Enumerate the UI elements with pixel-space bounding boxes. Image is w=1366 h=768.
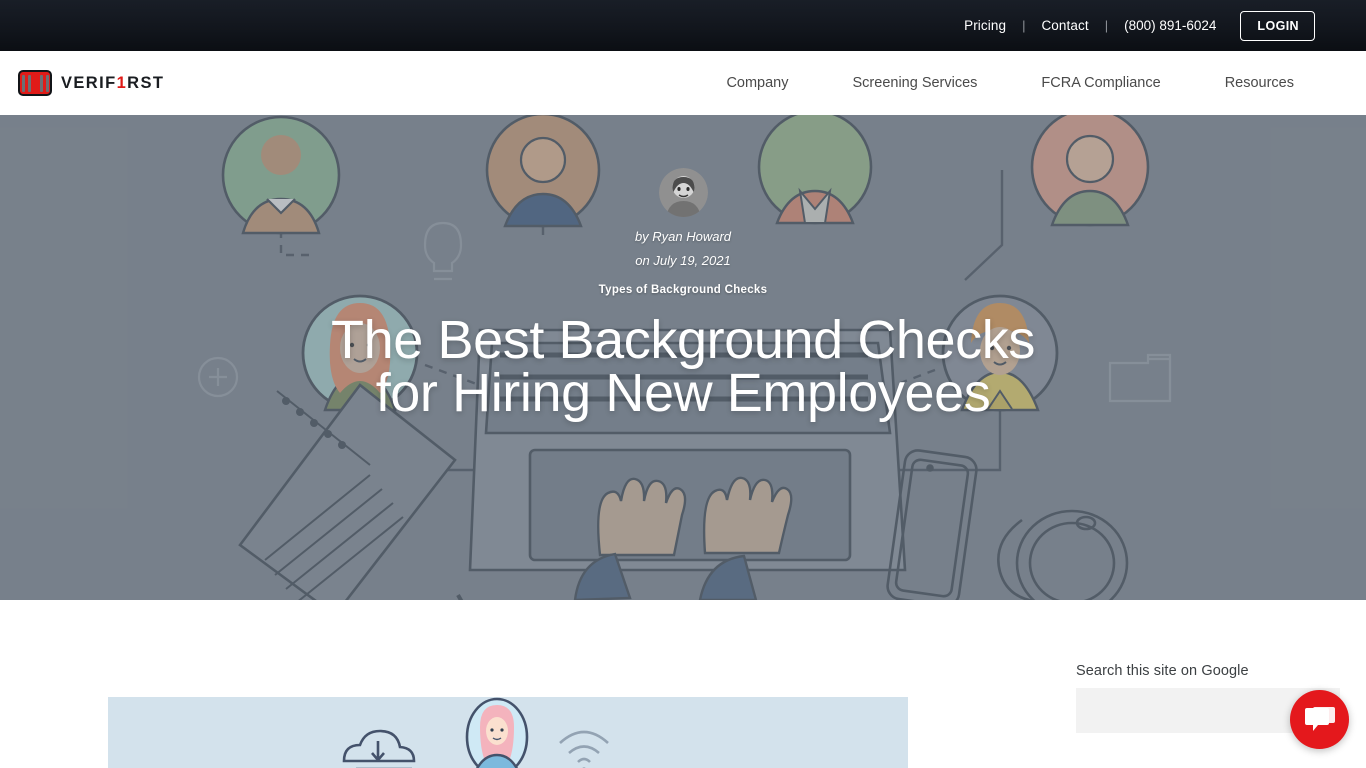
main-navigation: Company Screening Services FCRA Complian… (694, 75, 1326, 91)
logo-wordmark: VERIF1RST (61, 74, 164, 93)
hero-content: by Ryan Howard on July 19, 2021 Types of… (0, 115, 1366, 600)
article-image-illustration (108, 697, 908, 768)
byline-author-link[interactable]: Ryan Howard (652, 229, 731, 244)
page-title-line-2: for Hiring New Employees (375, 363, 991, 423)
byline-on-prefix: on (635, 253, 654, 268)
nav-item-screening-services[interactable]: Screening Services (821, 75, 1010, 91)
byline-author-line: by Ryan Howard (635, 225, 731, 249)
article-featured-image (108, 697, 908, 768)
logo-text-part1: VERIF (61, 73, 117, 92)
hero-banner: by Ryan Howard on July 19, 2021 Types of… (0, 115, 1366, 600)
topbar-link-pricing[interactable]: Pricing (964, 18, 1006, 33)
page-title-line-1: The Best Background Checks (331, 310, 1035, 370)
login-button[interactable]: LOGIN (1240, 10, 1315, 41)
hero-category-link[interactable]: Types of Background Checks (599, 284, 768, 296)
topbar-link-contact[interactable]: Contact (1041, 18, 1088, 33)
byline-date: July 19, 2021 (653, 253, 731, 268)
author-avatar (658, 168, 708, 217)
page-title: The Best Background Checks for Hiring Ne… (331, 313, 1035, 423)
topbar-phone-number[interactable]: (800) 891-6024 (1124, 18, 1216, 33)
top-utility-bar: Pricing | Contact | (800) 891-6024 LOGIN (0, 0, 1366, 51)
site-header: VERIF1RST Company Screening Services FCR… (0, 51, 1366, 115)
topbar-separator-2: | (1104, 18, 1109, 33)
logo-text-highlight: 1 (116, 73, 128, 92)
byline-date-line: on July 19, 2021 (635, 249, 731, 273)
topbar-separator-1: | (1022, 18, 1026, 33)
byline-by-prefix: by (634, 229, 653, 244)
nav-item-company[interactable]: Company (694, 75, 820, 91)
logo-text-part2: RST (127, 73, 165, 92)
nav-item-resources[interactable]: Resources (1193, 75, 1326, 91)
chat-bubble-icon (1304, 705, 1335, 735)
main-content: Search this site on Google (0, 600, 1366, 768)
verifirst-logo-icon (18, 70, 52, 96)
hero-byline: by Ryan Howard on July 19, 2021 (635, 225, 731, 273)
site-logo[interactable]: VERIF1RST (18, 70, 164, 96)
nav-item-fcra-compliance[interactable]: FCRA Compliance (1009, 75, 1192, 91)
google-search-label: Search this site on Google (1076, 663, 1249, 679)
chat-widget-button[interactable] (1290, 690, 1349, 749)
